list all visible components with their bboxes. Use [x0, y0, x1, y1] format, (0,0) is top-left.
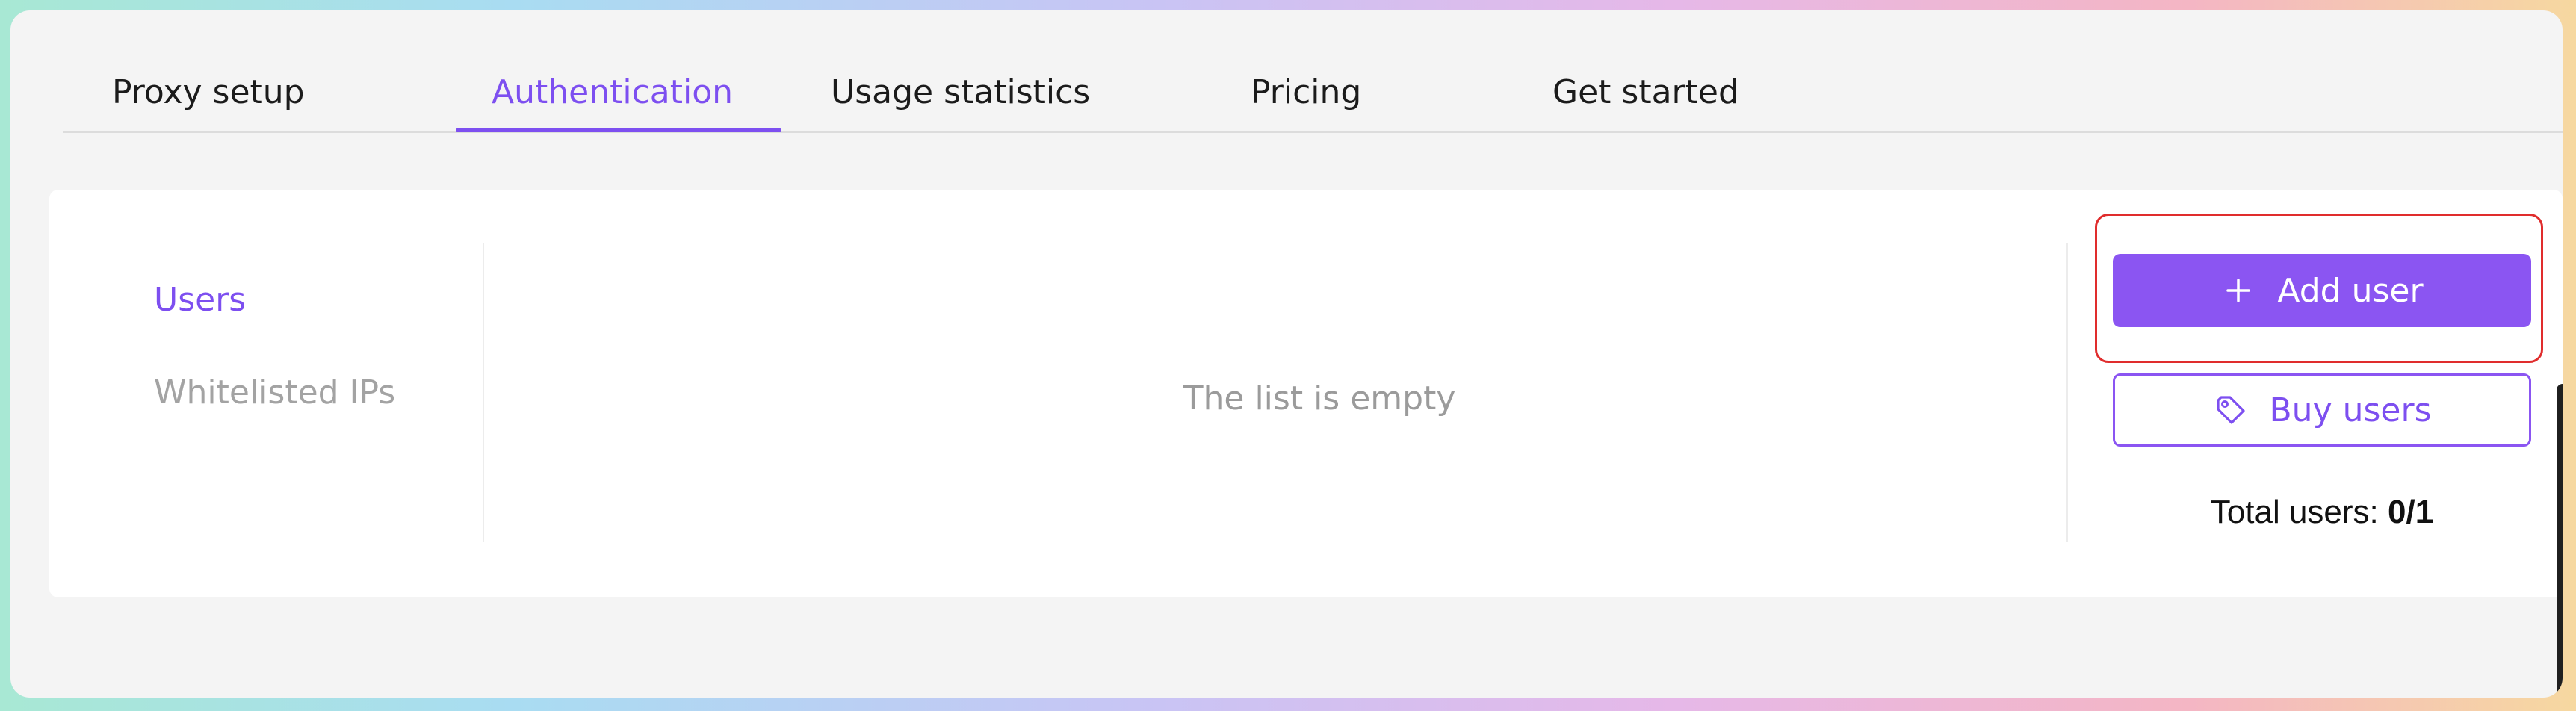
total-users-value: 0/1: [2388, 494, 2434, 530]
total-users-label: Total users:: [2210, 494, 2379, 530]
tag-icon: [2213, 392, 2249, 428]
sidebar-divider: [483, 243, 484, 542]
buy-users-button[interactable]: Buy users: [2113, 373, 2531, 447]
tab-proxy-setup[interactable]: Proxy setup: [112, 70, 305, 115]
add-user-button[interactable]: Add user: [2113, 254, 2531, 327]
sidebar-item-whitelisted-ips[interactable]: Whitelisted IPs: [154, 370, 395, 415]
tab-pricing[interactable]: Pricing: [1251, 70, 1361, 115]
add-user-label: Add user: [2277, 271, 2424, 310]
sidebar-item-users[interactable]: Users: [154, 278, 246, 323]
app-window: Proxy setup Authentication Usage statist…: [10, 10, 2563, 698]
actions-divider: [2066, 243, 2068, 542]
empty-list-message: The list is empty: [1183, 379, 1456, 417]
tab-get-started[interactable]: Get started: [1552, 70, 1739, 115]
tab-bar: Proxy setup Authentication Usage statist…: [63, 10, 2563, 133]
buy-users-label: Buy users: [2269, 391, 2432, 429]
window-edge: [2557, 384, 2563, 698]
plus-icon: [2220, 273, 2256, 308]
active-tab-indicator: [456, 128, 781, 132]
authentication-panel: Users Whitelisted IPs The list is empty …: [49, 190, 2563, 597]
tab-authentication[interactable]: Authentication: [492, 70, 733, 115]
tab-usage-statistics[interactable]: Usage statistics: [831, 70, 1090, 115]
total-users: Total users: 0/1: [2113, 490, 2531, 535]
